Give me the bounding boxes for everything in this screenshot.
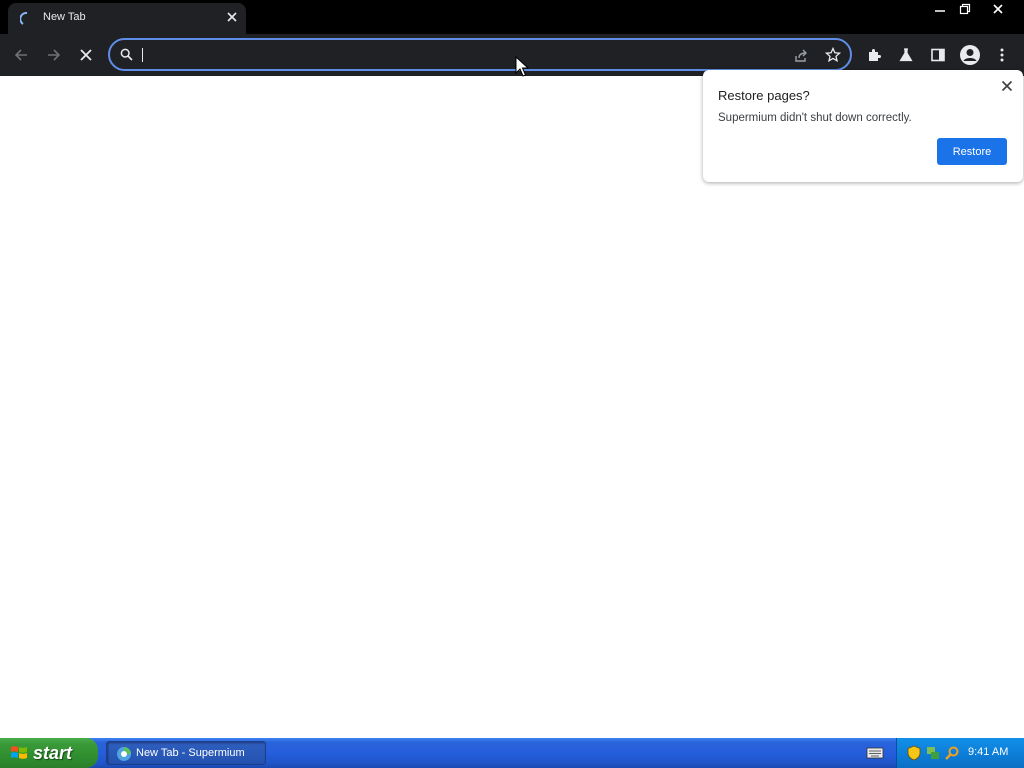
close-window-icon	[993, 3, 1003, 14]
network-icon[interactable]	[925, 745, 941, 761]
omnibox-input[interactable]	[140, 45, 760, 65]
keyboard-icon[interactable]	[866, 745, 884, 761]
search-tray-icon[interactable]	[944, 745, 960, 761]
tab-close-icon[interactable]	[224, 9, 240, 25]
bubble-message: Supermium didn't shut down correctly.	[718, 112, 912, 124]
restore-window-icon	[959, 3, 971, 14]
menu-button[interactable]	[989, 42, 1015, 68]
start-label: start	[33, 743, 73, 763]
close-window-button[interactable]	[985, 0, 1011, 17]
tab-new-tab[interactable]: New Tab	[8, 3, 246, 34]
labs-button[interactable]	[893, 42, 919, 68]
menu-icon	[1000, 48, 1004, 62]
forward-button[interactable]	[41, 42, 67, 68]
taskbar-item-supermium[interactable]: New Tab - Supermium	[106, 741, 266, 765]
profile-button[interactable]	[957, 42, 983, 68]
title-bar: New Tab	[0, 0, 1024, 34]
restore-window-button[interactable]	[952, 0, 978, 17]
extensions-button[interactable]	[861, 42, 887, 68]
clock: 9:41 AM	[968, 746, 1009, 758]
system-tray: 9:41 AM	[896, 738, 1024, 768]
start-button[interactable]: start	[0, 738, 98, 768]
loading-icon	[20, 12, 28, 25]
stop-button[interactable]	[73, 42, 99, 68]
minimize-icon	[935, 9, 945, 12]
security-shield-icon[interactable]	[906, 745, 922, 761]
back-button[interactable]	[8, 42, 34, 68]
supermium-app-icon	[117, 747, 131, 761]
taskbar: start New Tab - Supermium 9:41 AM	[0, 738, 1024, 768]
star-icon[interactable]	[825, 47, 841, 63]
windows-logo-icon	[11, 746, 27, 759]
share-icon[interactable]	[793, 48, 809, 64]
restore-button[interactable]: Restore	[937, 138, 1007, 165]
restore-pages-bubble: Restore pages? Supermium didn't shut dow…	[703, 70, 1023, 182]
side-panel-button[interactable]	[925, 42, 951, 68]
taskbar-item-label: New Tab - Supermium	[136, 747, 245, 759]
mouse-cursor-icon	[515, 56, 529, 77]
tab-title: New Tab	[43, 11, 86, 23]
minimize-button[interactable]	[927, 0, 953, 17]
profile-icon	[960, 45, 980, 65]
stop-icon	[80, 49, 92, 61]
labs-icon	[899, 48, 913, 62]
search-icon	[120, 48, 133, 61]
back-icon	[14, 49, 27, 61]
side-panel-icon	[931, 48, 945, 62]
extensions-icon	[869, 49, 881, 61]
bubble-title: Restore pages?	[718, 88, 810, 103]
omnibox[interactable]	[108, 38, 852, 71]
close-icon[interactable]	[999, 78, 1015, 94]
text-caret	[142, 48, 143, 62]
forward-icon	[48, 49, 61, 61]
